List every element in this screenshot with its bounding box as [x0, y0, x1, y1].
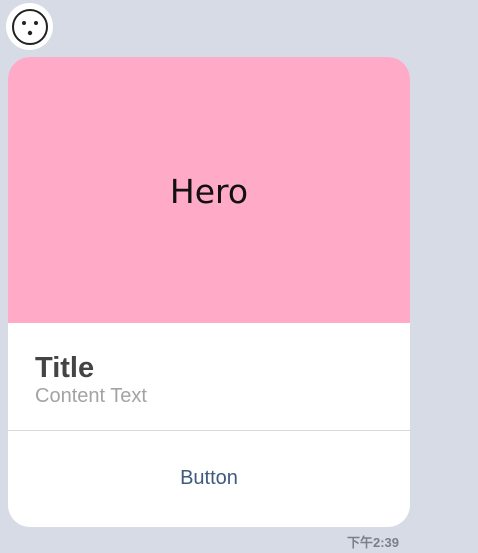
card-content-text: Content Text — [35, 385, 147, 407]
card-title: Title — [35, 352, 95, 384]
card-button[interactable]: Button — [8, 431, 410, 527]
message-timestamp: 下午2:39 — [347, 535, 400, 550]
hero-text: Hero — [169, 171, 249, 211]
flex-message-card: Hero Title Content Text Button — [8, 57, 410, 527]
face-icon — [11, 8, 49, 46]
hero-block: Hero — [8, 57, 410, 323]
card-body: Title Content Text — [35, 349, 395, 409]
card-button-label: Button — [180, 466, 238, 489]
avatar[interactable] — [6, 3, 53, 50]
